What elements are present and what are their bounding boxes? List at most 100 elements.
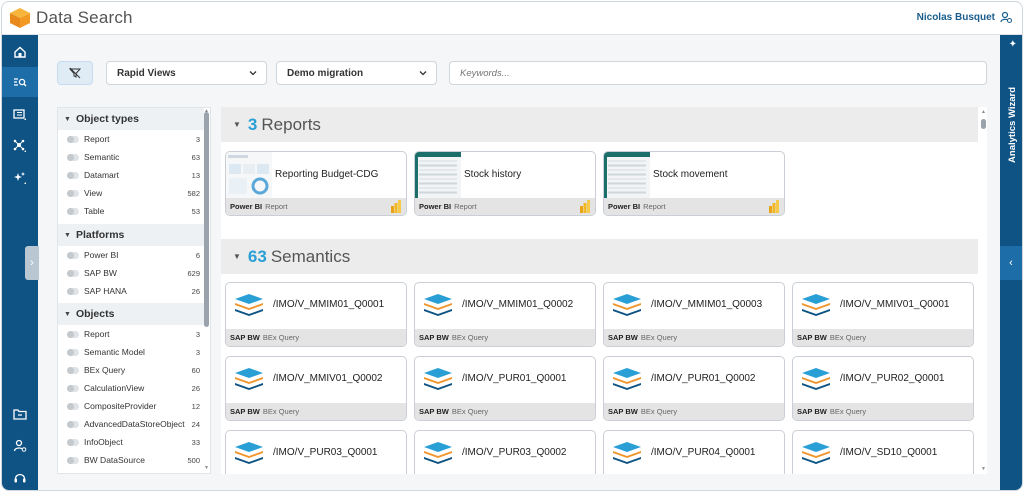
semantic-card[interactable]: /IMO/V_MMIV01_Q0001 SAP BW BEx Query — [792, 282, 974, 347]
facet-header-objects[interactable]: ▼ Objects — [58, 303, 204, 325]
toggle-switch[interactable] — [67, 251, 79, 259]
report-card[interactable]: Reporting Budget-CDG Power BI Report — [225, 151, 407, 216]
toggle-switch[interactable] — [67, 384, 79, 392]
scroll-down-arrow-icon[interactable]: ▼ — [204, 465, 209, 471]
nav-ai[interactable] — [2, 163, 38, 193]
facet-item-label: SAP BW — [84, 268, 117, 278]
facet-item[interactable]: CompositeProvider 12 — [58, 397, 204, 415]
facet-title: Platforms — [75, 229, 125, 241]
facet-item[interactable]: Datamart 13 — [58, 166, 204, 184]
facet-item[interactable]: BW DataSource 500 — [58, 451, 204, 469]
report-card[interactable]: Stock history Power BI Report — [414, 151, 596, 216]
user-settings-icon[interactable] — [1000, 11, 1012, 23]
semantic-card[interactable]: /IMO/V_SD10_Q0001SAP BWBEx Query — [792, 430, 974, 474]
facet-item[interactable]: Report 3 — [58, 325, 204, 343]
rapid-views-select[interactable]: Rapid Views — [106, 61, 267, 85]
semantic-card[interactable]: /IMO/V_PUR03_Q0001SAP BWBEx Query — [225, 430, 407, 474]
nav-user-settings[interactable] — [2, 431, 38, 461]
facet-item[interactable]: Semantic 63 — [58, 148, 204, 166]
book-icon — [13, 109, 26, 120]
facet-item-count: 24 — [191, 419, 200, 429]
facet-item-count: 13 — [191, 170, 200, 180]
semantic-card[interactable]: /IMO/V_MMIV01_Q0002 SAP BW BEx Query — [225, 356, 407, 421]
toggle-switch[interactable] — [67, 153, 79, 161]
layers-stack-icon — [235, 442, 263, 464]
facet-item[interactable]: CalculationView 26 — [58, 379, 204, 397]
nav-catalog[interactable] — [2, 99, 38, 129]
facet-item[interactable]: InfoObject 33 — [58, 433, 204, 451]
toggle-switch[interactable] — [67, 402, 79, 410]
facet-item[interactable]: Power BI 6 — [58, 246, 204, 264]
scroll-up-arrow-icon[interactable]: ▲ — [981, 109, 986, 115]
facet-item-count: 3 — [195, 347, 200, 357]
reset-filters-button[interactable] — [57, 61, 93, 85]
facet-item-label: BW DataSource — [84, 455, 145, 465]
facet-item-label: CompositeProvider — [84, 401, 157, 411]
facet-group-object-types: ▼ Object types Report 3 Semantic 63 Datamar… — [58, 108, 204, 220]
migration-select[interactable]: Demo migration — [276, 61, 437, 85]
facet-item-label: View — [84, 188, 103, 198]
migration-value: Demo migration — [287, 67, 364, 79]
facet-item-label: SAP HANA — [84, 286, 127, 296]
toggle-switch[interactable] — [67, 438, 79, 446]
type-label: BEx Query — [829, 407, 867, 416]
toggle-switch[interactable] — [67, 269, 79, 277]
source-label: Power BI — [419, 202, 452, 211]
toggle-switch[interactable] — [67, 207, 79, 215]
facet-header-platforms[interactable]: ▼ Platforms — [58, 224, 204, 246]
reports-label: Reports — [261, 114, 321, 134]
semantic-card[interactable]: /IMO/V_PUR03_Q0002SAP BWBEx Query — [414, 430, 596, 474]
type-label: Report — [454, 202, 477, 211]
nav-support[interactable] — [2, 463, 38, 490]
facet-item-count: 26 — [191, 286, 200, 296]
toggle-switch[interactable] — [67, 330, 79, 338]
nav-lineage[interactable] — [2, 131, 38, 161]
facets-scrollbar-thumb[interactable] — [204, 112, 209, 327]
facet-header-object-types[interactable]: ▼ Object types — [58, 108, 204, 130]
analytics-wizard-label: Analytics Wizard — [1007, 87, 1018, 163]
section-header-reports[interactable]: ▼ 3 Reports — [221, 107, 978, 142]
keywords-search-input[interactable] — [449, 61, 987, 85]
facet-item[interactable]: BEx Query 60 — [58, 361, 204, 379]
facet-item[interactable]: SAP BW 629 — [58, 264, 204, 282]
facet-item[interactable]: View 582 — [58, 184, 204, 202]
semantic-title: /IMO/V_SD10_Q0001 — [840, 447, 938, 458]
semantic-card[interactable]: /IMO/V_PUR04_Q0001SAP BWBEx Query — [603, 430, 785, 474]
semantic-card[interactable]: /IMO/V_PUR01_Q0001 SAP BW BEx Query — [414, 356, 596, 421]
semantic-title: /IMO/V_MMIM01_Q0001 — [273, 299, 385, 310]
facet-item[interactable]: AdvancedDataStoreObject 24 — [58, 415, 204, 433]
expand-right-panel-button[interactable]: ‹ — [1000, 246, 1022, 280]
user-menu[interactable]: Nicolas Busquet — [917, 11, 1012, 23]
source-label: SAP BW — [797, 407, 827, 416]
facet-item[interactable]: Report 3 — [58, 130, 204, 148]
nav-folder[interactable] — [2, 399, 38, 429]
report-card[interactable]: Stock movement Power BI Report — [603, 151, 785, 216]
results-scrollbar-thumb[interactable] — [981, 119, 986, 129]
semantic-card[interactable]: /IMO/V_MMIM01_Q0002 SAP BW BEx Query — [414, 282, 596, 347]
semantic-title: /IMO/V_PUR04_Q0001 — [651, 447, 756, 458]
semantic-card[interactable]: /IMO/V_PUR02_Q0001 SAP BW BEx Query — [792, 356, 974, 421]
semantic-card[interactable]: /IMO/V_MMIM01_Q0001 SAP BW BEx Query — [225, 282, 407, 347]
toggle-switch[interactable] — [67, 171, 79, 179]
layers-stack-icon — [802, 294, 830, 316]
toggle-switch[interactable] — [67, 189, 79, 197]
toggle-switch[interactable] — [67, 366, 79, 374]
toggle-switch[interactable] — [67, 348, 79, 356]
facet-item[interactable]: Table 53 — [58, 202, 204, 220]
toggle-switch[interactable] — [67, 287, 79, 295]
caret-down-icon: ▼ — [233, 120, 241, 129]
expand-left-panel-button[interactable]: › — [25, 246, 39, 280]
toggle-switch[interactable] — [67, 420, 79, 428]
semantic-card[interactable]: /IMO/V_PUR01_Q0002 SAP BW BEx Query — [603, 356, 785, 421]
caret-down-icon: ▼ — [233, 252, 241, 261]
facet-item[interactable]: SAP HANA 26 — [58, 282, 204, 300]
caret-down-icon: ▼ — [64, 115, 71, 123]
nav-home[interactable] — [2, 37, 38, 67]
nav-data-search[interactable] — [2, 67, 38, 97]
toggle-switch[interactable] — [67, 456, 79, 464]
section-header-semantics[interactable]: ▼ 63 Semantics — [221, 239, 978, 274]
toggle-switch[interactable] — [67, 135, 79, 143]
scroll-down-arrow-icon[interactable]: ▼ — [981, 466, 986, 472]
facet-item[interactable]: Semantic Model 3 — [58, 343, 204, 361]
semantic-card[interactable]: /IMO/V_MMIM01_Q0003 SAP BW BEx Query — [603, 282, 785, 347]
